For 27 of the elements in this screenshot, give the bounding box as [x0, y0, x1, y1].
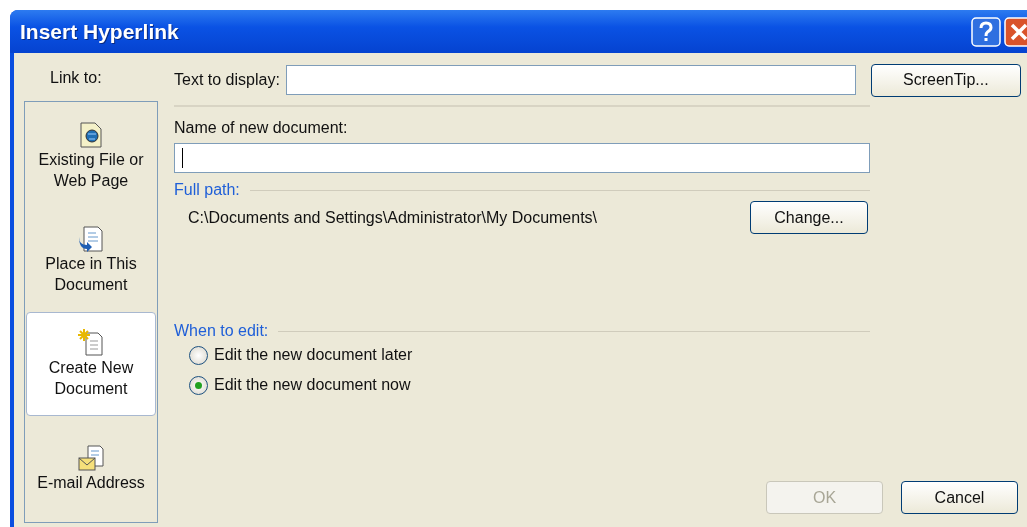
- envelope-document-icon: [78, 443, 104, 472]
- link-type-item[interactable]: Existing File or Web Page: [26, 104, 156, 208]
- new-document-name-field[interactable]: [174, 143, 870, 173]
- link-type-item[interactable]: Place in This Document: [26, 208, 156, 312]
- new-document-name-label: Name of new document:: [174, 119, 349, 137]
- dialog-button[interactable]: Cancel: [901, 481, 1018, 514]
- document-arrow-icon: [78, 225, 104, 253]
- window-title: Insert Hyperlink: [20, 19, 179, 44]
- help-icon[interactable]: [971, 16, 1001, 47]
- radio-button[interactable]: [189, 375, 208, 395]
- text-to-display-field[interactable]: [285, 65, 856, 95]
- screentip-button[interactable]: ScreenTip...: [870, 63, 1021, 97]
- link-type-item[interactable]: Create New Document: [26, 312, 156, 416]
- change-button[interactable]: Change...: [750, 201, 868, 234]
- when-to-edit-heading: When to edit:: [174, 322, 269, 340]
- link-type-item[interactable]: E-mail Address: [26, 416, 156, 520]
- globe-document-icon: [79, 121, 103, 149]
- full-path-text: C:\Documents and Settings\Administrator\My Documents\: [188, 208, 598, 227]
- link-to-label: Link to:: [49, 68, 103, 88]
- new-document-icon: [78, 329, 104, 357]
- radio-option[interactable]: Edit the new document later: [189, 340, 413, 370]
- text-to-display-label: Text to display:: [174, 71, 280, 89]
- text-cursor: [182, 148, 183, 168]
- radio-button[interactable]: [189, 345, 208, 365]
- full-path-heading: Full path:: [174, 181, 240, 199]
- radio-option[interactable]: Edit the new document now: [189, 370, 411, 400]
- close-icon[interactable]: [1004, 16, 1027, 47]
